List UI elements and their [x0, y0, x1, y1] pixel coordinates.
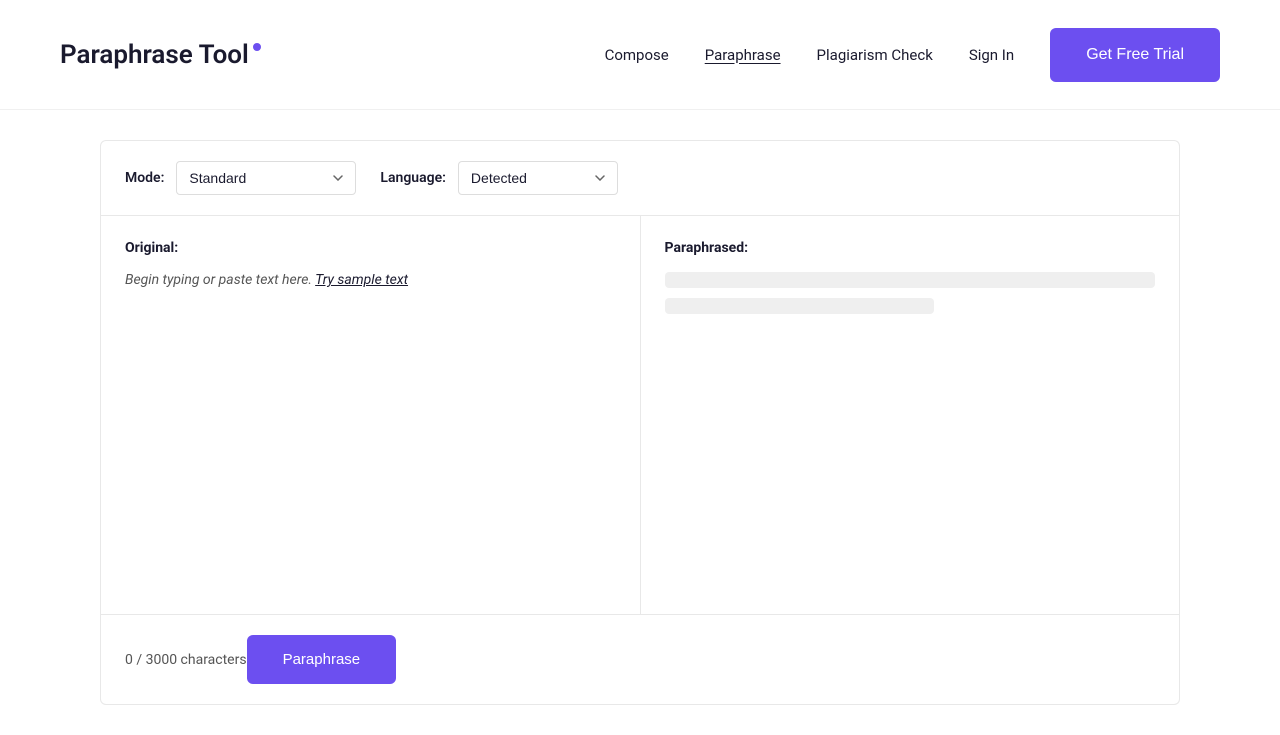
paraphrased-label: Paraphrased: — [665, 240, 1156, 256]
logo-text: Paraphrase Tool — [60, 40, 249, 70]
char-count: 0 / 3000 characters — [125, 652, 247, 668]
logo[interactable]: Paraphrase Tool — [60, 40, 261, 70]
nav-plagiarism[interactable]: Plagiarism Check — [817, 46, 933, 64]
original-label: Original: — [125, 240, 616, 256]
controls-bar: Mode: Standard Fluency Formal Simple Cre… — [100, 140, 1180, 215]
language-label: Language: — [380, 170, 446, 186]
skeleton-line-1 — [665, 272, 1156, 288]
language-select[interactable]: Detected English Spanish French German P… — [458, 161, 618, 195]
sample-text-link[interactable]: Try sample text — [315, 272, 408, 288]
skeleton-line-2 — [665, 298, 935, 314]
trial-button[interactable]: Get Free Trial — [1050, 28, 1220, 82]
original-panel[interactable]: Original: Begin typing or paste text her… — [101, 216, 641, 614]
editor-placeholder: Begin typing or paste text here. Try sam… — [125, 272, 616, 288]
placeholder-text: Begin typing or paste text here. — [125, 272, 312, 288]
paraphrased-panel: Paraphrased: — [641, 216, 1180, 614]
logo-dot — [253, 43, 261, 51]
mode-group: Mode: Standard Fluency Formal Simple Cre… — [125, 161, 356, 195]
nav-paraphrase[interactable]: Paraphrase — [705, 46, 781, 64]
nav: Compose Paraphrase Plagiarism Check Sign… — [605, 28, 1220, 82]
paraphrase-button[interactable]: Paraphrase — [247, 635, 397, 684]
editor-container: Original: Begin typing or paste text her… — [100, 215, 1180, 615]
language-group: Language: Detected English Spanish Frenc… — [380, 161, 618, 195]
nav-compose[interactable]: Compose — [605, 46, 669, 64]
main-content: Mode: Standard Fluency Formal Simple Cre… — [40, 110, 1240, 735]
mode-select[interactable]: Standard Fluency Formal Simple Creative … — [176, 161, 356, 195]
header: Paraphrase Tool Compose Paraphrase Plagi… — [0, 0, 1280, 110]
nav-signin[interactable]: Sign In — [969, 46, 1014, 64]
mode-label: Mode: — [125, 170, 164, 186]
footer-bar: 0 / 3000 characters Paraphrase — [100, 615, 1180, 705]
